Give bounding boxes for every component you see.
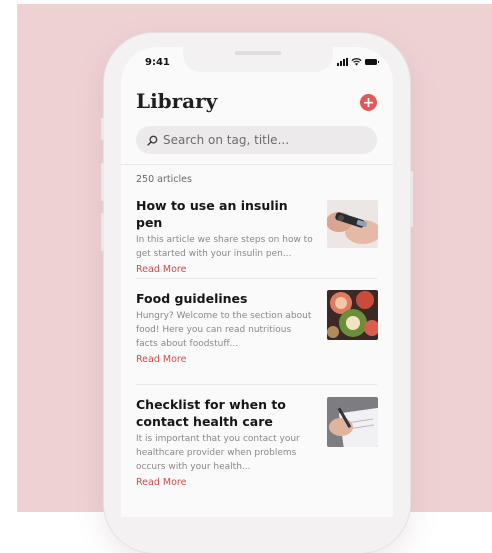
speaker-grille [235, 51, 281, 55]
page-title: Library [136, 89, 218, 113]
notch [183, 47, 333, 72]
plus-icon: + [362, 94, 375, 111]
volume-up-button [101, 163, 104, 201]
article-excerpt: Hungry? Welcome to the section about foo… [136, 311, 312, 349]
battery-icon [365, 59, 379, 65]
food-photo [327, 290, 378, 340]
read-more-link[interactable]: Read More [136, 354, 378, 365]
signal-icon [337, 58, 348, 66]
power-button [410, 171, 413, 227]
read-more-link[interactable]: Read More [136, 264, 378, 275]
article-excerpt: It is important that you contact your he… [136, 434, 300, 472]
search-icon [147, 135, 158, 146]
list-item[interactable]: Checklist for when to contact health car… [136, 396, 378, 488]
writing-photo [327, 397, 378, 447]
wifi-icon [351, 58, 362, 66]
mute-switch [101, 118, 104, 140]
article-excerpt: In this article we share steps on how to… [136, 235, 313, 259]
divider [121, 164, 393, 165]
status-icons [337, 58, 379, 66]
add-article-button[interactable]: + [360, 94, 377, 111]
article-title[interactable]: Checklist for when to contact health car… [136, 396, 314, 430]
insulin-pen-photo [327, 200, 378, 248]
search-placeholder: Search on tag, title... [163, 133, 290, 147]
divider [136, 384, 377, 385]
phone-screen: 9:41 Library + Search on tag, title... 2… [121, 47, 393, 517]
list-item[interactable]: How to use an insulin pen In this articl… [136, 197, 378, 275]
article-thumbnail[interactable] [327, 397, 378, 447]
article-title[interactable]: How to use an insulin pen [136, 197, 314, 231]
article-title[interactable]: Food guidelines [136, 290, 314, 307]
article-thumbnail[interactable] [327, 290, 378, 340]
volume-down-button [101, 213, 104, 251]
article-thumbnail[interactable] [327, 200, 378, 248]
divider [136, 278, 377, 279]
list-item[interactable]: Food guidelines Hungry? Welcome to the s… [136, 290, 378, 365]
article-count: 250 articles [136, 174, 192, 185]
read-more-link[interactable]: Read More [136, 477, 378, 488]
status-time: 9:41 [145, 57, 170, 68]
search-input[interactable]: Search on tag, title... [136, 126, 377, 154]
